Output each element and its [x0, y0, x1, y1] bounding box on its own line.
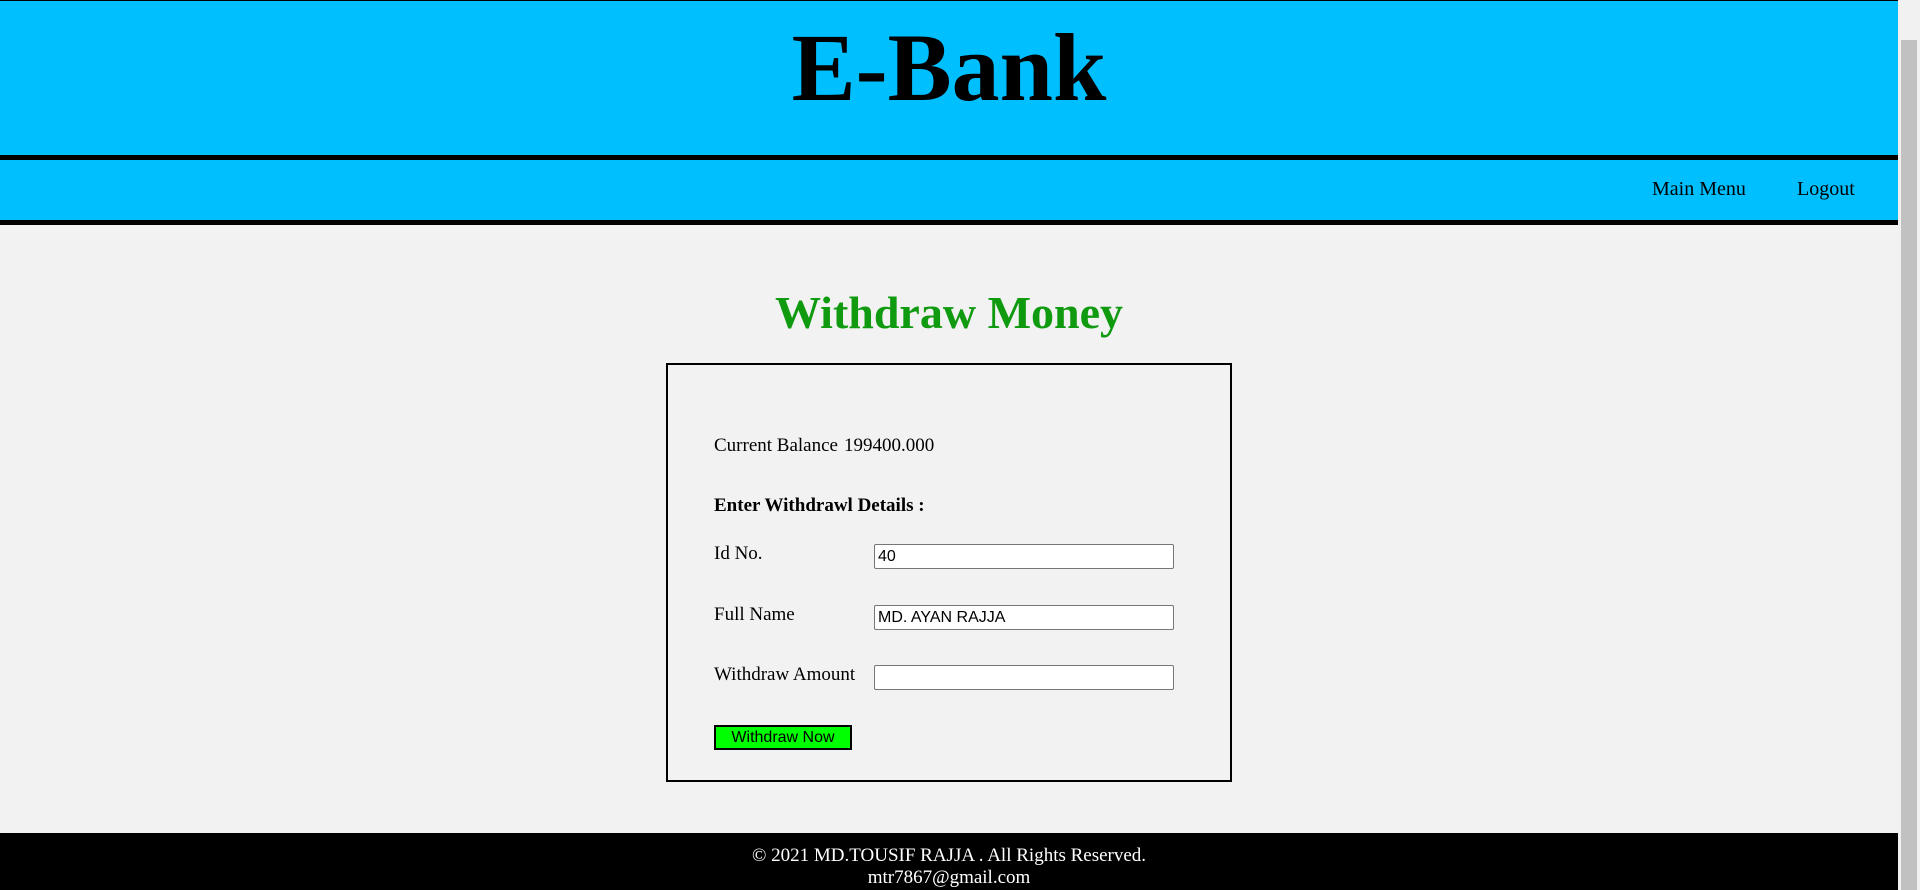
page-title: Withdraw Money	[775, 287, 1123, 338]
page: E-Bank Main Menu Logout Withdraw Money C…	[0, 0, 1898, 890]
nav-bar: Main Menu Logout	[0, 160, 1898, 220]
withdraw-now-button[interactable]: Withdraw Now	[714, 725, 852, 750]
balance-label: Current Balance	[714, 435, 838, 456]
withdraw-amount-label: Withdraw Amount	[714, 664, 856, 685]
scrollbar-thumb[interactable]	[1901, 40, 1917, 890]
withdraw-amount-input[interactable]	[874, 665, 1174, 690]
id-input[interactable]	[874, 544, 1174, 569]
footer-copyright: © 2021 MD.TOUSIF RAJJA . All Rights Rese…	[751, 845, 1147, 866]
footer-email: mtr7867@gmail.com	[867, 867, 1031, 888]
nav-logout-link[interactable]: Logout	[1797, 178, 1855, 201]
nav-divider	[0, 220, 1898, 225]
nav-main-menu-link[interactable]: Main Menu	[1652, 178, 1746, 201]
id-label: Id No.	[714, 543, 763, 564]
current-balance: Current Balance 199400.000	[714, 435, 940, 457]
details-heading: Enter Withdrawl Details :	[714, 495, 925, 516]
balance-value: 199400.000	[843, 435, 935, 456]
site-footer: © 2021 MD.TOUSIF RAJJA . All Rights Rese…	[0, 833, 1898, 890]
vertical-scrollbar[interactable]	[1898, 0, 1920, 890]
site-title: E-Bank	[791, 14, 1107, 121]
site-header: E-Bank	[0, 0, 1898, 155]
full-name-label: Full Name	[714, 604, 795, 625]
full-name-input[interactable]	[874, 605, 1174, 630]
withdraw-form: Current Balance 199400.000 Enter Withdraw…	[666, 363, 1232, 782]
